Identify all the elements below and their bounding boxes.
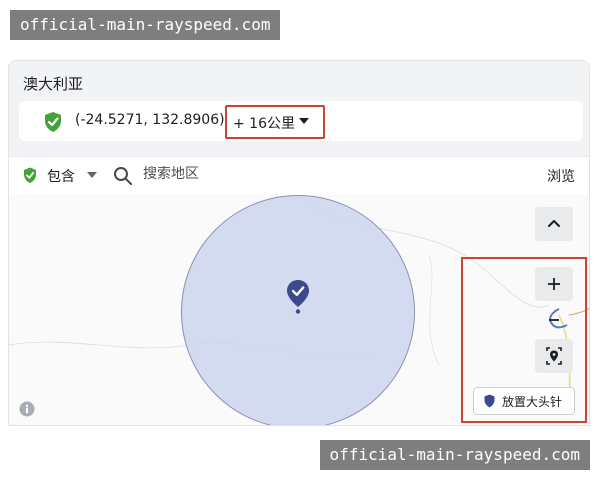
search-region-input[interactable]	[143, 166, 443, 182]
plus-icon	[548, 278, 560, 290]
radius-value: + 16公里	[233, 116, 295, 132]
locate-button[interactable]	[535, 339, 573, 373]
selected-location-row: (-24.5271, 132.8906) + 16公里	[19, 101, 583, 141]
watermark-bottom: official-main-rayspeed.com	[319, 440, 590, 470]
chevron-up-icon	[548, 220, 560, 227]
drop-pin-label: 放置大头针	[502, 395, 563, 409]
zoom-in-button[interactable]	[535, 267, 573, 301]
page: official-main-rayspeed.com 澳大利亚 (-24.527…	[0, 0, 600, 480]
pin-icon	[484, 394, 495, 408]
zoom-out-button[interactable]	[535, 303, 573, 337]
location-targeting-panel: 澳大利亚 (-24.5271, 132.8906) + 16公里 包含 搜索地区…	[8, 60, 590, 426]
include-dropdown-label[interactable]: 包含	[47, 166, 75, 186]
search-icon	[114, 167, 132, 185]
drop-pin-button[interactable]: 放置大头针	[473, 387, 575, 415]
watermark-top: official-main-rayspeed.com	[10, 10, 281, 40]
location-coordinates: (-24.5271, 132.8906)	[75, 112, 225, 128]
location-filter-row: 包含 浏览	[9, 156, 589, 196]
location-pin-icon[interactable]	[286, 279, 310, 315]
info-icon[interactable]	[19, 401, 35, 417]
caret-down-icon[interactable]	[87, 172, 97, 178]
minus-icon	[549, 308, 568, 329]
location-target-icon	[546, 347, 562, 365]
caret-down-icon	[299, 118, 309, 124]
country-title: 澳大利亚	[23, 75, 84, 93]
browse-button[interactable]: 浏览	[547, 166, 575, 186]
green-check-shield-icon	[45, 112, 61, 132]
collapse-map-button[interactable]	[535, 207, 573, 241]
include-shield-icon[interactable]	[23, 167, 37, 184]
radius-dropdown[interactable]: + 16公里	[225, 105, 325, 139]
map[interactable]: 放置大头针	[9, 195, 589, 425]
